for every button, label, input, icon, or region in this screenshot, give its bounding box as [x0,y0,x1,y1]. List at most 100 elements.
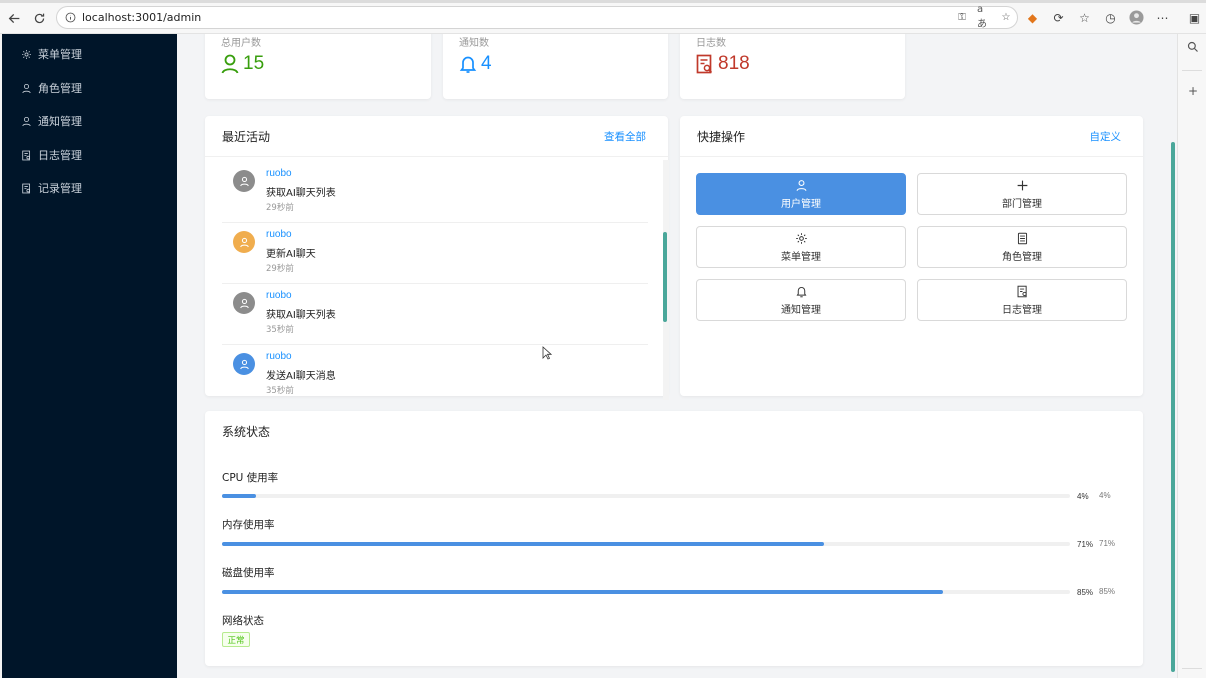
log-search-icon [696,54,713,74]
quick-notification-button[interactable]: 通知管理 [696,279,906,321]
progress-fill [222,494,256,498]
memory-label: 内存使用率 [222,519,275,531]
avatar [233,231,255,253]
customize-link[interactable]: 自定义 [1090,129,1122,144]
quick-department-button[interactable]: 部门管理 [917,173,1127,215]
activity-time: 29秒前 [266,264,294,274]
plus-icon [1015,178,1029,192]
recent-activity-card: 最近活动 查看全部 ruobo 获取AI聊天列表 29秒前 ruobo 更新AI… [205,116,669,400]
activity-user[interactable]: ruobo [266,229,292,240]
memory-percent-label: 71% [1099,539,1116,548]
info-icon [65,12,76,23]
quick-menu-button[interactable]: 菜单管理 [696,226,906,268]
bell-icon [794,284,808,298]
card-title: 系统状态 [222,425,271,439]
browser-toolbar: localhost:3001/admin ⚿ aあ ☆ ◆ ⟳ ☆ ◷ ⋯ ▣ [0,0,1206,34]
progress-fill [222,590,943,594]
cpu-percent-label: 4% [1099,491,1111,500]
reload-icon [34,13,44,23]
button-label: 菜单管理 [781,252,821,263]
sidebar-item-record[interactable]: 记录管理 [2,173,177,203]
user-icon [239,298,249,308]
card-header: 快捷操作 自定义 [680,116,1143,157]
user-icon [794,178,808,192]
sidebar-item-notification[interactable]: 通知管理 [2,106,177,136]
activity-user[interactable]: ruobo [266,168,292,179]
quick-role-button[interactable]: 角色管理 [917,226,1127,268]
calculator-icon [1015,231,1029,245]
activity-action: 获取AI聊天列表 [266,188,336,199]
memory-percent: 71% [1077,540,1094,549]
browser-side-panel: + [1177,34,1206,678]
user-icon [221,54,239,74]
list-item: ruobo 获取AI聊天列表 29秒前 [222,162,648,223]
list-item: ruobo 发送AI聊天消息 35秒前 [222,345,648,398]
quick-actions-card: 快捷操作 自定义 用户管理 部门管理 菜单管理 角色管理 通知管理 日志管理 [680,116,1143,396]
scrollbar-thumb[interactable] [663,232,667,322]
button-label: 角色管理 [1002,252,1042,263]
arrow-left-icon [8,13,19,23]
button-label: 用户管理 [781,199,821,210]
stat-card-logs: 日志数 818 [680,34,905,99]
list-item: ruobo 获取AI聊天列表 35秒前 [222,284,648,345]
key-icon[interactable]: ⚿ [955,10,969,24]
sidebar-item-role[interactable]: 角色管理 [2,73,177,103]
mouse-cursor-icon [542,346,552,360]
sidebar-item-label: 记录管理 [38,182,82,195]
back-button[interactable] [5,9,23,27]
quick-user-button[interactable]: 用户管理 [696,173,906,215]
user-icon [239,359,249,369]
gear-icon [794,231,808,245]
star-icon[interactable]: ☆ [999,10,1013,24]
extension-icon[interactable]: ⟳ [1050,9,1067,26]
activity-action: 获取AI聊天列表 [266,310,336,321]
profile-avatar[interactable] [1128,9,1145,26]
disk-percent: 85% [1077,588,1094,597]
sidebar-item-label: 通知管理 [38,115,82,128]
gear-icon [20,48,32,60]
cpu-percent: 4% [1077,492,1089,501]
activity-user[interactable]: ruobo [266,351,292,362]
card-title: 快捷操作 [697,129,746,144]
sidebar-toggle-icon[interactable]: ▣ [1186,9,1203,26]
plus-icon[interactable]: + [1186,84,1200,98]
quick-log-button[interactable]: 日志管理 [917,279,1127,321]
activity-time: 29秒前 [266,203,294,213]
memory-progress-bar [222,542,1070,546]
sidebar-item-label: 角色管理 [38,82,82,95]
sidebar-item-label: 菜单管理 [38,48,82,61]
stat-value: 15 [243,53,265,74]
search-icon[interactable] [1186,40,1200,54]
history-icon[interactable]: ◷ [1102,9,1119,26]
page-scrollbar-thumb[interactable] [1171,142,1175,672]
extension-fox-icon[interactable]: ◆ [1024,9,1041,26]
activity-user[interactable]: ruobo [266,290,292,301]
user-icon [20,82,32,94]
view-all-link[interactable]: 查看全部 [604,129,646,144]
cpu-label: CPU 使用率 [222,472,279,484]
network-status-badge: 正常 [222,632,250,647]
main-content: 总用户数 15 通知数 4 日志数 818 最近活动 查看全部 ruobo 获取… [177,34,1177,678]
sidebar-item-menu[interactable]: 菜单管理 [2,39,177,69]
divider [1182,70,1202,71]
disk-label: 磁盘使用率 [222,567,275,579]
more-icon[interactable]: ⋯ [1154,9,1171,26]
stat-value: 4 [481,53,492,74]
reload-button[interactable] [30,9,48,27]
activity-list[interactable]: ruobo 获取AI聊天列表 29秒前 ruobo 更新AI聊天 29秒前 ru… [205,158,665,398]
address-bar[interactable]: localhost:3001/admin ⚿ aあ ☆ [56,4,1018,30]
activity-scrollbar[interactable] [663,160,669,400]
log-search-icon [1015,284,1029,298]
card-title: 最近活动 [222,129,271,144]
cpu-progress-bar [222,494,1070,498]
read-aloud-icon[interactable]: aあ [977,4,991,30]
button-label: 日志管理 [1002,305,1042,316]
card-header: 系统状态 [205,411,1143,452]
card-header: 最近活动 查看全部 [205,116,668,157]
sidebar-item-log[interactable]: 日志管理 [2,140,177,170]
stat-card-users: 总用户数 15 [205,34,431,99]
favorites-icon[interactable]: ☆ [1076,9,1093,26]
stat-label: 总用户数 [221,38,261,49]
activity-action: 更新AI聊天 [266,249,316,260]
avatar [233,170,255,192]
